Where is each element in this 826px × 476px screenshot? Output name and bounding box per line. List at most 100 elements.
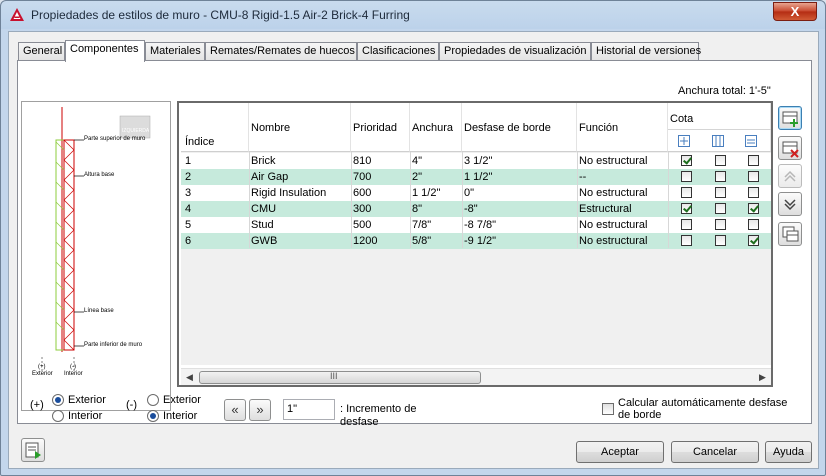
dimension-checkbox[interactable] <box>748 235 759 246</box>
cell-name[interactable]: GWB <box>251 235 277 247</box>
tab-version-history[interactable]: Historial de versiones <box>591 42 701 61</box>
cell-width[interactable]: 8" <box>412 203 422 215</box>
increase-offset-button[interactable]: » <box>249 399 271 421</box>
col-header-width[interactable]: Anchura <box>410 103 462 152</box>
scroll-left-arrow-icon[interactable]: ◀ <box>186 372 193 383</box>
scroll-right-arrow-icon[interactable]: ▶ <box>759 372 766 383</box>
cell-name[interactable]: Stud <box>251 219 274 231</box>
move-up-button[interactable] <box>778 164 802 188</box>
col-header-dimension[interactable]: Cota <box>668 103 771 152</box>
cell-offset[interactable]: 1 1/2" <box>464 171 492 183</box>
cell-priority[interactable]: 500 <box>353 219 371 231</box>
dimension-checkbox[interactable] <box>681 219 692 230</box>
tab-general[interactable]: General <box>18 42 65 61</box>
dimension-checkbox[interactable] <box>715 219 726 230</box>
dimension-checkbox[interactable] <box>681 171 692 182</box>
col-header-edge-offset[interactable]: Desfase de borde <box>462 103 577 152</box>
cell-width[interactable]: 1 1/2" <box>412 187 440 199</box>
cell-priority[interactable]: 300 <box>353 203 371 215</box>
cell-index[interactable]: 6 <box>185 235 191 247</box>
auto-offset-checkbox[interactable] <box>602 403 614 415</box>
tab-materials[interactable]: Materiales <box>145 42 205 61</box>
cell-offset[interactable]: -9 1/2" <box>464 235 496 247</box>
dimension-checkbox[interactable] <box>748 187 759 198</box>
add-component-button[interactable] <box>778 106 802 130</box>
table-row[interactable]: 3 Rigid Insulation 600 1 1/2" 0" No estructur… <box>181 185 771 201</box>
dimension-checkbox[interactable] <box>715 155 726 166</box>
horizontal-scrollbar[interactable]: ◀ III ▶ <box>181 368 771 385</box>
dimension-checkbox[interactable] <box>681 187 692 198</box>
cell-priority[interactable]: 700 <box>353 171 371 183</box>
offset-increment-input[interactable]: 1" <box>283 399 335 420</box>
cell-offset[interactable]: -8 7/8" <box>464 219 496 231</box>
table-row[interactable]: 5 Stud 500 7/8" -8 7/8" No estructural <box>181 217 771 233</box>
cell-width[interactable]: 5/8" <box>412 235 431 247</box>
help-button[interactable]: Ayuda <box>765 441 812 463</box>
dimension-checkbox[interactable] <box>748 203 759 214</box>
dimension-checkbox[interactable] <box>681 235 692 246</box>
export-button[interactable] <box>21 438 45 462</box>
plus-interior-label[interactable]: Interior <box>68 410 102 422</box>
cell-index[interactable]: 3 <box>185 187 191 199</box>
dimension-checkbox[interactable] <box>715 187 726 198</box>
cell-offset[interactable]: 3 1/2" <box>464 155 492 167</box>
col-header-function[interactable]: Función <box>577 103 668 152</box>
dimension-checkbox[interactable] <box>715 171 726 182</box>
table-row[interactable]: 1 Brick 810 4" 3 1/2" No estructural <box>181 153 771 169</box>
decrease-offset-button[interactable]: « <box>224 399 246 421</box>
cell-name[interactable]: Air Gap <box>251 171 288 183</box>
cell-function[interactable]: No estructural <box>579 187 647 199</box>
cell-index[interactable]: 1 <box>185 155 191 167</box>
tab-classifications[interactable]: Clasificaciones <box>357 42 439 61</box>
cell-offset[interactable]: -8" <box>464 203 478 215</box>
cell-name[interactable]: CMU <box>251 203 276 215</box>
cell-priority[interactable]: 600 <box>353 187 371 199</box>
table-row[interactable]: 2 Air Gap 700 2" 1 1/2" -- <box>181 169 771 185</box>
col-header-index[interactable]: Índice <box>181 103 249 152</box>
close-button[interactable]: X <box>773 2 817 21</box>
minus-interior-label[interactable]: Interior <box>163 410 197 422</box>
minus-exterior-radio[interactable] <box>147 394 159 406</box>
dimension-checkbox[interactable] <box>681 203 692 214</box>
col-header-priority[interactable]: Prioridad <box>351 103 410 152</box>
dimension-checkbox[interactable] <box>748 219 759 230</box>
cell-index[interactable]: 4 <box>185 203 191 215</box>
dimension-checkbox[interactable] <box>715 203 726 214</box>
cell-function[interactable]: No estructural <box>579 235 647 247</box>
scroll-thumb[interactable]: III <box>199 371 481 384</box>
plus-exterior-label[interactable]: Exterior <box>68 394 106 406</box>
cell-function[interactable]: No estructural <box>579 155 647 167</box>
tab-endcaps[interactable]: Remates/Remates de huecos <box>205 42 357 61</box>
cell-width[interactable]: 4" <box>412 155 422 167</box>
plus-interior-radio[interactable] <box>52 410 64 422</box>
cell-width[interactable]: 2" <box>412 171 422 183</box>
title-bar[interactable]: Propiedades de estilos de muro - CMU-8 R… <box>1 1 825 29</box>
plus-exterior-radio[interactable] <box>52 394 64 406</box>
cell-function[interactable]: -- <box>579 171 586 183</box>
dimension-checkbox[interactable] <box>748 155 759 166</box>
cell-function[interactable]: Estructural <box>579 203 632 215</box>
cell-priority[interactable]: 1200 <box>353 235 377 247</box>
dimension-checkbox[interactable] <box>715 235 726 246</box>
minus-exterior-label[interactable]: Exterior <box>163 394 201 406</box>
components-grid[interactable]: Índice Nombre Prioridad Anchura Desfase … <box>177 101 773 387</box>
cell-width[interactable]: 7/8" <box>412 219 431 231</box>
ok-button[interactable]: Aceptar <box>576 441 664 463</box>
cancel-button[interactable]: Cancelar <box>671 441 759 463</box>
col-header-name[interactable]: Nombre <box>249 103 351 152</box>
cell-name[interactable]: Rigid Insulation <box>251 187 326 199</box>
table-row[interactable]: 6 GWB 1200 5/8" -9 1/2" No estructural <box>181 233 771 249</box>
delete-component-button[interactable] <box>778 136 802 160</box>
cell-name[interactable]: Brick <box>251 155 275 167</box>
cell-index[interactable]: 2 <box>185 171 191 183</box>
move-down-button[interactable] <box>778 192 802 216</box>
dimension-checkbox[interactable] <box>681 155 692 166</box>
copy-component-button[interactable] <box>778 222 802 246</box>
cell-function[interactable]: No estructural <box>579 219 647 231</box>
cell-priority[interactable]: 810 <box>353 155 371 167</box>
minus-interior-radio[interactable] <box>147 410 159 422</box>
cell-offset[interactable]: 0" <box>464 187 474 199</box>
auto-offset-label[interactable]: Calcular automáticamente desfase de bord… <box>618 397 796 421</box>
tab-display-properties[interactable]: Propiedades de visualización <box>439 42 591 61</box>
cell-index[interactable]: 5 <box>185 219 191 231</box>
